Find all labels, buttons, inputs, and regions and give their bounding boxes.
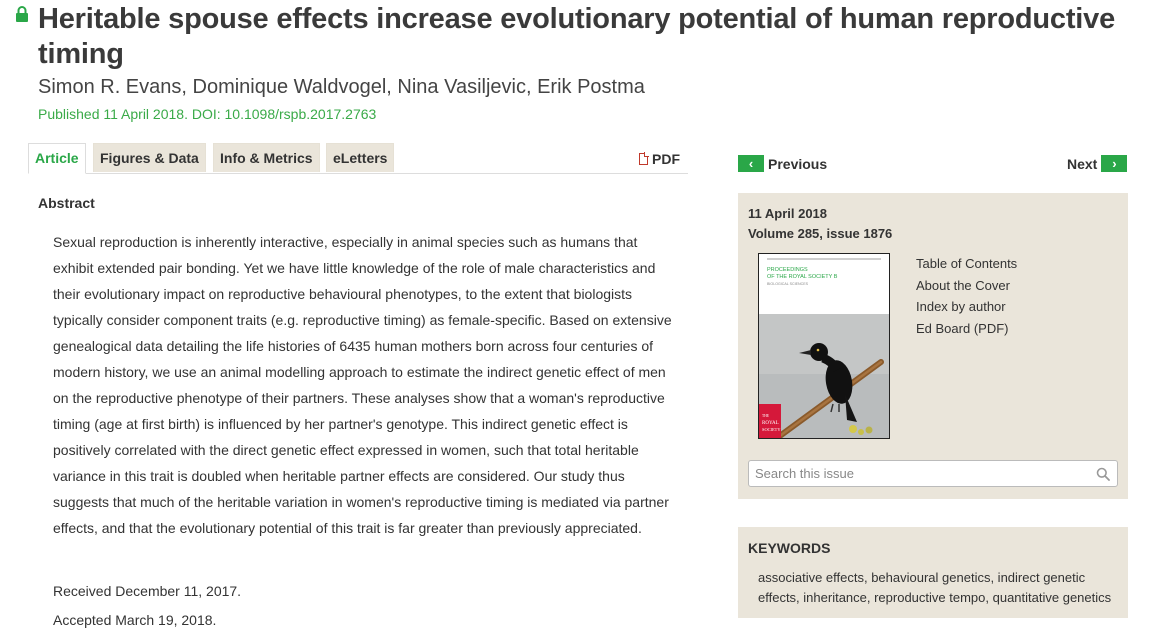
issue-cover-image[interactable]: PROCEEDINGS OF THE ROYAL SOCIETY B BIOLO… [758, 253, 890, 439]
issue-date: 11 April 2018 [748, 206, 828, 221]
next-label: Next [1067, 156, 1098, 172]
keywords-list: associative effects, behavioural genetic… [758, 570, 1112, 605]
keywords-panel: KEYWORDS associative effects, behavioura… [738, 527, 1128, 618]
cover-artwork: PROCEEDINGS OF THE ROYAL SOCIETY B BIOLO… [759, 254, 889, 438]
keywords-heading: KEYWORDS [748, 540, 831, 556]
previous-label: Previous [768, 156, 828, 172]
chevron-left-icon: ‹ [738, 155, 764, 172]
cover-publisher-line1: THE [762, 414, 770, 418]
issue-links: Table of Contents About the Cover Index … [916, 253, 1017, 339]
article-tabs: Article Figures & Data Info & Metrics eL… [28, 143, 688, 174]
ed-board-pdf-link[interactable]: Ed Board (PDF) [916, 318, 1017, 340]
issue-panel: 11 April 2018 Volume 285, issue 1876 PRO… [738, 193, 1128, 499]
tab-article[interactable]: Article [28, 143, 86, 174]
issue-volume: Volume 285, issue 1876 [748, 226, 893, 241]
previous-article-link[interactable]: ‹ Previous [738, 155, 827, 173]
abstract-text: Sexual reproduction is inherently intera… [53, 234, 672, 536]
next-article-link[interactable]: Next › [1067, 155, 1128, 173]
table-of-contents-link[interactable]: Table of Contents [916, 253, 1017, 275]
tab-eletters[interactable]: eLetters [326, 143, 395, 172]
abstract-heading: Abstract [38, 195, 95, 211]
issue-search-input[interactable] [749, 461, 1101, 486]
search-icon[interactable] [1096, 467, 1110, 481]
publication-info: Published 11 April 2018. DOI: 10.1098/rs… [38, 106, 377, 122]
about-the-cover-link[interactable]: About the Cover [916, 275, 1017, 297]
tab-info-metrics[interactable]: Info & Metrics [213, 143, 320, 172]
pdf-icon [639, 152, 649, 165]
cover-subtitle: BIOLOGICAL SCIENCES [767, 282, 809, 286]
index-by-author-link[interactable]: Index by author [916, 296, 1017, 318]
cover-journal-line2: OF THE ROYAL SOCIETY B [767, 274, 838, 280]
article-title: Heritable spouse effects increase evolut… [38, 3, 1116, 70]
accepted-date: Accepted March 19, 2018. [53, 612, 217, 628]
author-list: Simon R. Evans, Dominique Waldvogel, Nin… [38, 76, 645, 98]
cover-publisher-line3: SOCIETY [762, 427, 781, 432]
chevron-right-icon: › [1101, 155, 1128, 172]
received-date: Received December 11, 2017. [53, 583, 242, 599]
cover-journal-line1: PROCEEDINGS [767, 267, 808, 273]
tab-figures-data[interactable]: Figures & Data [93, 143, 206, 172]
pdf-link[interactable]: PDF [639, 151, 680, 167]
issue-search-box [748, 460, 1118, 487]
lock-icon [16, 6, 28, 22]
pdf-label: PDF [652, 151, 680, 167]
cover-publisher-line2: ROYAL [762, 421, 779, 426]
